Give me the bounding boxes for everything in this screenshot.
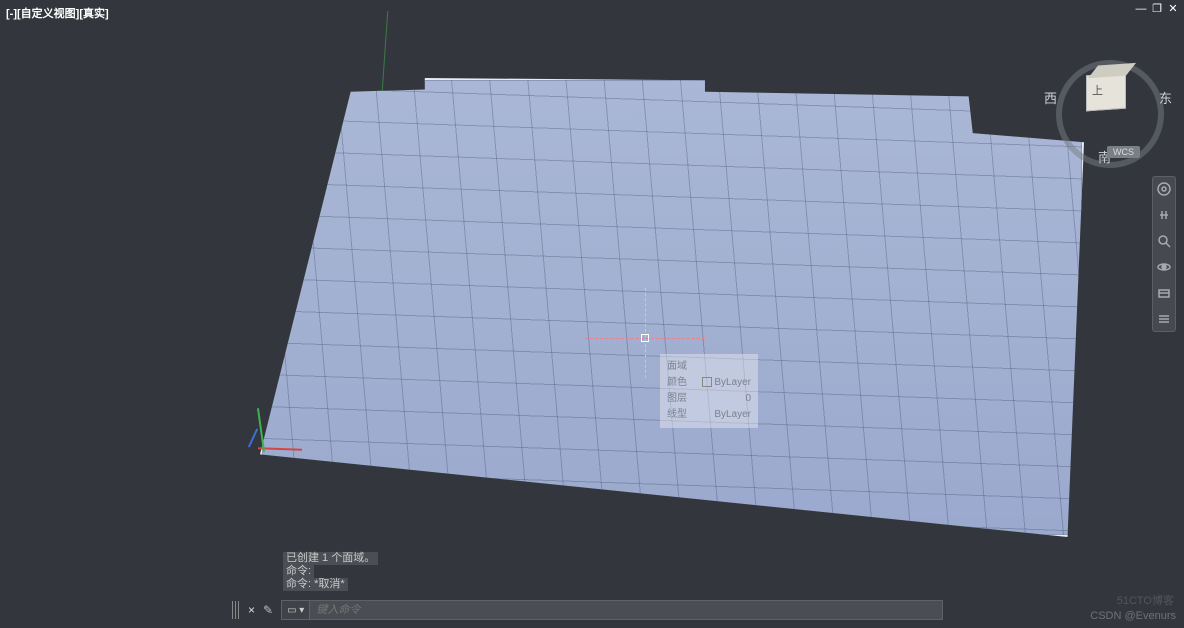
cmd-line: 命令: *取消*: [283, 578, 348, 591]
tooltip-title: 面域: [667, 359, 751, 375]
region-surface[interactable]: [260, 78, 1084, 537]
maximize-button[interactable]: ❐: [1152, 4, 1162, 14]
viewport-3d[interactable]: 面域 颜色 ByLayer 图层 0 线型 ByLayer: [0, 0, 1184, 628]
minimize-button[interactable]: —: [1136, 4, 1146, 14]
orbit-icon[interactable]: [1156, 259, 1172, 275]
recent-commands-button[interactable]: ▭ ▾: [282, 601, 310, 619]
coord-system-badge[interactable]: WCS: [1107, 146, 1140, 158]
tooltip-val: ByLayer: [702, 375, 751, 391]
surface-grid: [262, 80, 1082, 535]
tooltip-key: 图层: [667, 391, 687, 407]
zoom-icon[interactable]: [1156, 233, 1172, 249]
cube-top-label: 上: [1092, 82, 1103, 98]
view-cube[interactable]: 上 西 东 南: [1046, 52, 1166, 162]
navigation-bar: [1152, 176, 1176, 332]
watermark: CSDN @Evenurs: [1090, 610, 1176, 622]
tooltip-val: 0: [745, 391, 751, 407]
steering-wheel-icon[interactable]: [1156, 181, 1172, 197]
nav-menu-icon[interactable]: [1156, 311, 1172, 327]
showmotion-icon[interactable]: [1156, 285, 1172, 301]
command-bar: × ✎ ▭ ▾: [232, 600, 943, 620]
tooltip-val: ByLayer: [714, 407, 751, 423]
cmd-line: 命令:: [283, 565, 314, 578]
customize-button[interactable]: ✎: [259, 603, 277, 617]
ucs-z-axis: [248, 429, 258, 448]
tooltip-row: 线型 ByLayer: [667, 407, 751, 423]
close-cmdline-button[interactable]: ×: [244, 603, 259, 617]
viewport-label[interactable]: [-][自定义视图][真实]: [6, 5, 109, 21]
command-input[interactable]: [310, 604, 942, 616]
tooltip-row: 颜色 ByLayer: [667, 375, 751, 391]
command-input-wrap: ▭ ▾: [281, 600, 943, 620]
watermark-secondary: 51CTO博客: [1117, 592, 1174, 608]
tooltip-key: 线型: [667, 407, 687, 423]
compass-east[interactable]: 东: [1159, 88, 1172, 107]
window-controls: — ❐ ✕: [1136, 4, 1178, 14]
close-button[interactable]: ✕: [1168, 4, 1178, 14]
drag-handle-icon[interactable]: [232, 601, 240, 619]
pan-icon[interactable]: [1156, 207, 1172, 223]
ucs-y-axis: [257, 408, 265, 452]
command-history: 已创建 1 个面域。 命令: 命令: *取消*: [283, 552, 378, 591]
entity-tooltip: 面域 颜色 ByLayer 图层 0 线型 ByLayer: [660, 354, 758, 428]
tooltip-row: 图层 0: [667, 391, 751, 407]
cmd-line: 已创建 1 个面域。: [283, 552, 378, 565]
compass-west[interactable]: 西: [1044, 88, 1057, 107]
tooltip-key: 颜色: [667, 375, 687, 391]
